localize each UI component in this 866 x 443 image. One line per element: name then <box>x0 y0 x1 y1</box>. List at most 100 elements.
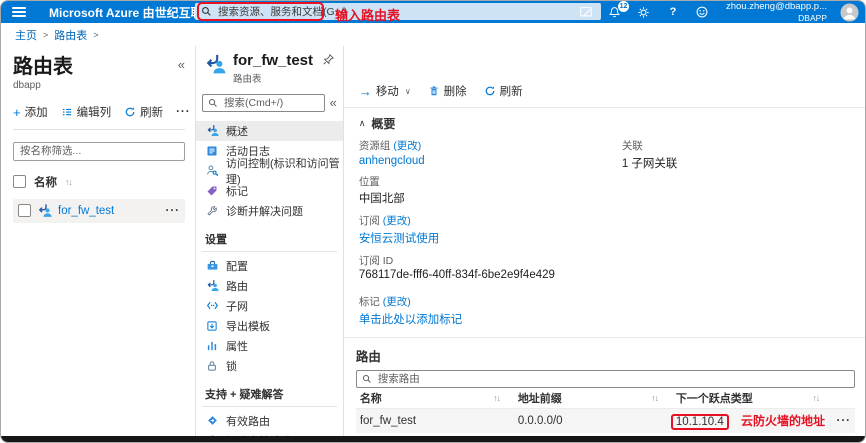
delete-button[interactable]: 删除 <box>428 83 467 99</box>
change-link[interactable]: (更改) <box>393 140 421 152</box>
sort-arrows-icon[interactable]: ↑↓ <box>813 393 820 403</box>
trash-icon <box>428 85 440 97</box>
sort-arrows-icon[interactable]: ↑↓ <box>65 177 72 187</box>
menu-item-label: 锁 <box>226 358 237 374</box>
menu-item-subnets[interactable]: 子网 <box>196 296 343 316</box>
route-table-link[interactable]: for_fw_test <box>58 205 160 217</box>
access-control-icon <box>205 164 219 178</box>
section-header-support: 支持 + 疑难解答 <box>196 376 343 406</box>
edit-columns-button[interactable]: 编辑列 <box>61 104 112 120</box>
collapse-panel-icon[interactable]: « <box>178 57 185 72</box>
location-label: 位置 <box>359 174 622 189</box>
menu-item-export-template[interactable]: 导出模板 <box>196 316 343 336</box>
breadcrumb-home[interactable]: 主页 <box>15 27 37 43</box>
row-more-icon[interactable]: ··· <box>825 415 855 427</box>
move-button[interactable]: → 移动 ∨ <box>359 83 411 99</box>
menu-item-routes[interactable]: 路由 <box>196 276 343 296</box>
subscription-field: 订阅 (更改) 安恒云测试使用 <box>359 213 622 246</box>
divider <box>202 251 337 252</box>
refresh-icon <box>484 85 496 97</box>
topbar-actions: 12 ? zhou.zheng@dbapp.p... DBAPP <box>578 1 859 23</box>
more-options-icon[interactable]: ··· <box>176 106 191 118</box>
feedback-smiley-icon[interactable] <box>694 4 710 20</box>
activity-log-icon <box>205 144 219 158</box>
global-search[interactable] <box>195 3 601 20</box>
refresh-button[interactable]: 刷新 <box>484 83 523 99</box>
essentials-header[interactable]: ∧ 概要 <box>344 108 865 136</box>
tags-value[interactable]: 单击此处以添加标记 <box>359 311 622 327</box>
resource-group-value[interactable]: anhengcloud <box>359 155 622 167</box>
refresh-button[interactable]: 刷新 <box>124 104 163 120</box>
change-link[interactable]: (更改) <box>383 296 411 308</box>
subscription-label: 订阅 <box>359 215 380 227</box>
sort-arrows-icon[interactable]: ↑↓ <box>493 393 500 403</box>
row-more-icon[interactable]: ··· <box>166 205 181 217</box>
route-table-icon <box>37 203 52 218</box>
sort-arrows-icon[interactable]: ↑↓ <box>651 393 658 403</box>
notifications-bell-icon[interactable]: 12 <box>607 4 623 20</box>
resource-group-field: 资源组 (更改) anhengcloud <box>359 138 622 167</box>
menu-item-diagnose[interactable]: 诊断并解决问题 <box>196 201 343 221</box>
refresh-icon <box>124 106 136 118</box>
tags-field: 标记 (更改) 单击此处以添加标记 <box>359 294 622 327</box>
chevron-down-icon: ∨ <box>405 87 411 96</box>
add-button[interactable]: + 添加 <box>13 104 48 120</box>
list-toolbar: + 添加 编辑列 刷新 ··· <box>13 104 185 130</box>
menu-item-effective-routes[interactable]: 有效路由 <box>196 411 343 431</box>
list-panel-title: 路由表 <box>13 50 73 79</box>
route-table-icon <box>204 53 226 75</box>
filter-input[interactable] <box>13 142 185 161</box>
menu-item-label: 标记 <box>226 183 248 199</box>
search-icon <box>208 98 218 108</box>
breadcrumb-route-tables[interactable]: 路由表 <box>54 27 87 43</box>
collapse-menu-icon[interactable]: « <box>330 95 337 110</box>
menu-item-label: 诊断并解决问题 <box>226 203 303 219</box>
menu-item-access-control[interactable]: 访问控制(标识和访问管理) <box>196 161 343 181</box>
location-value: 中国北部 <box>359 190 622 206</box>
menu-item-locks[interactable]: 锁 <box>196 356 343 376</box>
menu-item-label: 属性 <box>226 338 248 354</box>
resource-group-label: 资源组 <box>359 140 391 152</box>
breadcrumb-separator: > <box>43 30 48 40</box>
routes-search-input[interactable] <box>376 372 849 386</box>
help-icon[interactable]: ? <box>665 4 681 20</box>
route-row[interactable]: for_fw_test 0.0.0.0/0 10.1.10.4 云防火墙的地址 … <box>356 409 855 433</box>
menu-item-configuration[interactable]: 配置 <box>196 256 343 276</box>
menu-item-label: 概述 <box>226 123 248 139</box>
resource-type: 路由表 <box>233 71 315 85</box>
resource-title: for_fw_test <box>233 53 315 70</box>
select-all-checkbox[interactable] <box>13 175 26 188</box>
location-field: 位置 中国北部 <box>359 174 622 207</box>
table-row[interactable]: for_fw_test ··· <box>13 199 185 223</box>
essentials: 资源组 (更改) anhengcloud 位置 中国北部 订阅 (更改) 安恒云… <box>344 136 865 334</box>
essentials-title: 概要 <box>371 115 395 132</box>
global-search-input[interactable] <box>216 5 595 19</box>
menu-item-overview[interactable]: 概述 <box>196 121 343 141</box>
hamburger-menu-icon[interactable] <box>12 7 26 17</box>
effective-routes-icon <box>205 414 219 428</box>
menu-item-label: 子网 <box>226 298 248 314</box>
next-hop-cell: 10.1.10.4 云防火墙的地址 <box>672 412 825 430</box>
pin-icon[interactable] <box>322 53 335 66</box>
delete-label: 删除 <box>444 83 467 99</box>
routes-table-header: 名称↑↓ 地址前缀↑↓ 下一个跃点类型↑↓ <box>356 388 855 409</box>
search-icon <box>201 6 212 17</box>
settings-gear-icon[interactable] <box>636 4 652 20</box>
menu-item-properties[interactable]: 属性 <box>196 336 343 356</box>
change-link[interactable]: (更改) <box>383 215 411 227</box>
resource-menu: 概述 活动日志 访问控制(标识和访问管理) <box>196 121 343 443</box>
subscription-value[interactable]: 安恒云测试使用 <box>359 230 622 246</box>
association-label: 关联 <box>622 138 678 153</box>
address-prefix-cell: 0.0.0.0/0 <box>514 415 672 427</box>
refresh-label: 刷新 <box>500 83 523 99</box>
avatar[interactable] <box>840 3 859 22</box>
account-info[interactable]: zhou.zheng@dbapp.p... DBAPP <box>726 1 827 23</box>
overview-icon <box>205 124 219 138</box>
cloud-shell-icon[interactable] <box>578 4 594 20</box>
account-directory: DBAPP <box>726 13 827 23</box>
row-checkbox[interactable] <box>18 204 31 217</box>
column-header: 地址前缀 <box>518 390 562 406</box>
subscription-id-field: 订阅 ID 768117de-fff6-40ff-834f-6be2e9f4e4… <box>359 253 622 282</box>
resource-search-input[interactable] <box>222 96 319 110</box>
name-column-header: 名称 <box>34 174 57 190</box>
